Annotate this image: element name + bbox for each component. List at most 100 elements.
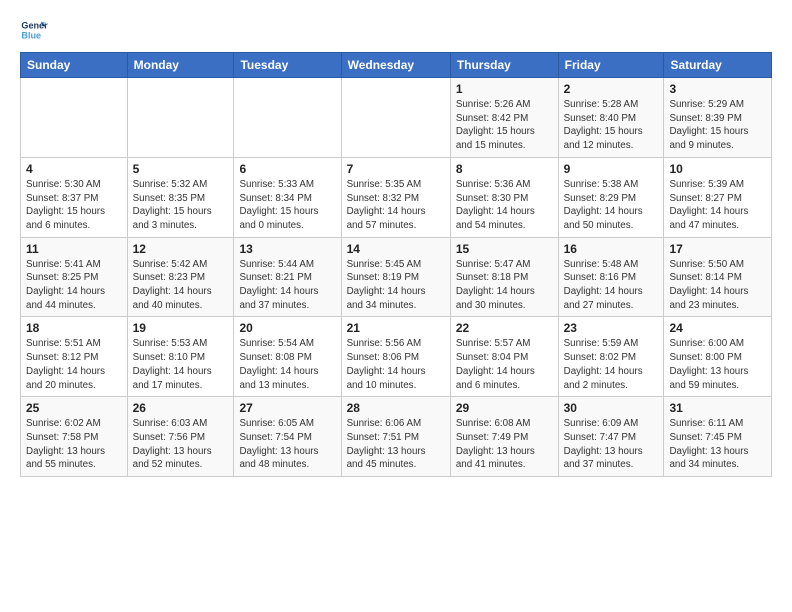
calendar-week-1: 1Sunrise: 5:26 AM Sunset: 8:42 PM Daylig… [21, 78, 772, 158]
calendar-day: 27 Sunrise: 6:05 AM Sunset: 7:54 PM Dayli… [234, 397, 341, 477]
day-info: Sunrise: 5:38 AM Sunset: 8:29 PM Dayligh… [564, 178, 659, 233]
day-number: 4 [26, 162, 122, 176]
day-info: Sunrise: 5:29 AM Sunset: 8:39 PM Dayligh… [669, 98, 766, 153]
day-number: 29 [456, 401, 553, 415]
calendar-day: 14 Sunrise: 5:45 AM Sunset: 8:19 PM Dayli… [341, 237, 450, 317]
calendar-day: 5Sunrise: 5:32 AM Sunset: 8:35 PM Daylig… [127, 157, 234, 237]
day-info: Sunrise: 5:30 AM Sunset: 8:37 PM Dayligh… [26, 178, 122, 233]
day-number: 15 [456, 242, 553, 256]
day-number: 17 [669, 242, 766, 256]
day-number: 16 [564, 242, 659, 256]
calendar-day [341, 78, 450, 158]
day-number: 21 [347, 321, 445, 335]
calendar-day: 24 Sunrise: 6:00 AM Sunset: 8:00 PM Dayli… [664, 317, 772, 397]
day-number: 31 [669, 401, 766, 415]
day-number: 18 [26, 321, 122, 335]
calendar-day: 25 Sunrise: 6:02 AM Sunset: 7:58 PM Dayli… [21, 397, 128, 477]
calendar-week-4: 18 Sunrise: 5:51 AM Sunset: 8:12 PM Dayli… [21, 317, 772, 397]
day-info: Sunrise: 5:48 AM Sunset: 8:16 PM Dayligh… [564, 258, 659, 313]
day-number: 19 [133, 321, 229, 335]
day-info: Sunrise: 6:11 AM Sunset: 7:45 PM Dayligh… [669, 417, 766, 472]
day-info: Sunrise: 5:28 AM Sunset: 8:40 PM Dayligh… [564, 98, 659, 153]
day-number: 8 [456, 162, 553, 176]
day-info: Sunrise: 5:26 AM Sunset: 8:42 PM Dayligh… [456, 98, 553, 153]
calendar-day: 31 Sunrise: 6:11 AM Sunset: 7:45 PM Dayli… [664, 397, 772, 477]
weekday-header-tuesday: Tuesday [234, 53, 341, 78]
calendar-day: 18 Sunrise: 5:51 AM Sunset: 8:12 PM Dayli… [21, 317, 128, 397]
day-number: 27 [239, 401, 335, 415]
calendar-day: 9 Sunrise: 5:38 AM Sunset: 8:29 PM Daylig… [558, 157, 664, 237]
day-number: 13 [239, 242, 335, 256]
day-info: Sunrise: 5:45 AM Sunset: 8:19 PM Dayligh… [347, 258, 445, 313]
day-number: 24 [669, 321, 766, 335]
day-info: Sunrise: 6:09 AM Sunset: 7:47 PM Dayligh… [564, 417, 659, 472]
calendar-day: 28Sunrise: 6:06 AM Sunset: 7:51 PM Dayli… [341, 397, 450, 477]
calendar-day: 26 Sunrise: 6:03 AM Sunset: 7:56 PM Dayli… [127, 397, 234, 477]
day-number: 14 [347, 242, 445, 256]
calendar-day: 17 Sunrise: 5:50 AM Sunset: 8:14 PM Dayli… [664, 237, 772, 317]
calendar-day: 3 Sunrise: 5:29 AM Sunset: 8:39 PM Daylig… [664, 78, 772, 158]
day-number: 23 [564, 321, 659, 335]
weekday-header-wednesday: Wednesday [341, 53, 450, 78]
day-info: Sunrise: 5:50 AM Sunset: 8:14 PM Dayligh… [669, 258, 766, 313]
calendar-day [127, 78, 234, 158]
calendar-week-3: 11 Sunrise: 5:41 AM Sunset: 8:25 PM Dayli… [21, 237, 772, 317]
day-info: Sunrise: 5:56 AM Sunset: 8:06 PM Dayligh… [347, 337, 445, 392]
weekday-header-monday: Monday [127, 53, 234, 78]
day-info: Sunrise: 5:41 AM Sunset: 8:25 PM Dayligh… [26, 258, 122, 313]
day-number: 3 [669, 82, 766, 96]
day-info: Sunrise: 5:42 AM Sunset: 8:23 PM Dayligh… [133, 258, 229, 313]
calendar-table: SundayMondayTuesdayWednesdayThursdayFrid… [20, 52, 772, 477]
calendar-day: 23Sunrise: 5:59 AM Sunset: 8:02 PM Dayli… [558, 317, 664, 397]
day-info: Sunrise: 6:02 AM Sunset: 7:58 PM Dayligh… [26, 417, 122, 472]
day-number: 9 [564, 162, 659, 176]
calendar-day: 2 Sunrise: 5:28 AM Sunset: 8:40 PM Daylig… [558, 78, 664, 158]
calendar-day: 6 Sunrise: 5:33 AM Sunset: 8:34 PM Daylig… [234, 157, 341, 237]
logo-icon: General Blue [20, 16, 48, 44]
day-info: Sunrise: 5:35 AM Sunset: 8:32 PM Dayligh… [347, 178, 445, 233]
weekday-header-sunday: Sunday [21, 53, 128, 78]
calendar-day: 15Sunrise: 5:47 AM Sunset: 8:18 PM Dayli… [450, 237, 558, 317]
day-number: 20 [239, 321, 335, 335]
day-number: 22 [456, 321, 553, 335]
calendar-day: 19 Sunrise: 5:53 AM Sunset: 8:10 PM Dayli… [127, 317, 234, 397]
calendar-day: 11 Sunrise: 5:41 AM Sunset: 8:25 PM Dayli… [21, 237, 128, 317]
logo: General Blue [20, 16, 52, 44]
day-number: 11 [26, 242, 122, 256]
day-number: 2 [564, 82, 659, 96]
day-number: 26 [133, 401, 229, 415]
day-info: Sunrise: 6:00 AM Sunset: 8:00 PM Dayligh… [669, 337, 766, 392]
calendar-day: 10 Sunrise: 5:39 AM Sunset: 8:27 PM Dayli… [664, 157, 772, 237]
day-number: 7 [347, 162, 445, 176]
calendar-day: 20 Sunrise: 5:54 AM Sunset: 8:08 PM Dayli… [234, 317, 341, 397]
calendar-day [234, 78, 341, 158]
calendar-day: 4 Sunrise: 5:30 AM Sunset: 8:37 PM Daylig… [21, 157, 128, 237]
day-info: Sunrise: 5:51 AM Sunset: 8:12 PM Dayligh… [26, 337, 122, 392]
calendar-day: 1Sunrise: 5:26 AM Sunset: 8:42 PM Daylig… [450, 78, 558, 158]
day-number: 25 [26, 401, 122, 415]
calendar-day: 22Sunrise: 5:57 AM Sunset: 8:04 PM Dayli… [450, 317, 558, 397]
calendar-week-2: 4 Sunrise: 5:30 AM Sunset: 8:37 PM Daylig… [21, 157, 772, 237]
calendar-day: 12Sunrise: 5:42 AM Sunset: 8:23 PM Dayli… [127, 237, 234, 317]
day-info: Sunrise: 5:44 AM Sunset: 8:21 PM Dayligh… [239, 258, 335, 313]
calendar-day: 29 Sunrise: 6:08 AM Sunset: 7:49 PM Dayli… [450, 397, 558, 477]
weekday-header-saturday: Saturday [664, 53, 772, 78]
day-number: 5 [133, 162, 229, 176]
day-info: Sunrise: 5:36 AM Sunset: 8:30 PM Dayligh… [456, 178, 553, 233]
day-number: 6 [239, 162, 335, 176]
day-info: Sunrise: 6:05 AM Sunset: 7:54 PM Dayligh… [239, 417, 335, 472]
day-info: Sunrise: 5:33 AM Sunset: 8:34 PM Dayligh… [239, 178, 335, 233]
calendar-day [21, 78, 128, 158]
calendar-day: 7 Sunrise: 5:35 AM Sunset: 8:32 PM Daylig… [341, 157, 450, 237]
day-info: Sunrise: 5:54 AM Sunset: 8:08 PM Dayligh… [239, 337, 335, 392]
calendar-day: 16 Sunrise: 5:48 AM Sunset: 8:16 PM Dayli… [558, 237, 664, 317]
day-info: Sunrise: 6:06 AM Sunset: 7:51 PM Dayligh… [347, 417, 445, 472]
day-info: Sunrise: 6:08 AM Sunset: 7:49 PM Dayligh… [456, 417, 553, 472]
day-info: Sunrise: 6:03 AM Sunset: 7:56 PM Dayligh… [133, 417, 229, 472]
day-info: Sunrise: 5:39 AM Sunset: 8:27 PM Dayligh… [669, 178, 766, 233]
calendar-day: 13 Sunrise: 5:44 AM Sunset: 8:21 PM Dayli… [234, 237, 341, 317]
page-header: General Blue [20, 16, 772, 44]
day-number: 10 [669, 162, 766, 176]
day-info: Sunrise: 5:53 AM Sunset: 8:10 PM Dayligh… [133, 337, 229, 392]
calendar-day: 8 Sunrise: 5:36 AM Sunset: 8:30 PM Daylig… [450, 157, 558, 237]
